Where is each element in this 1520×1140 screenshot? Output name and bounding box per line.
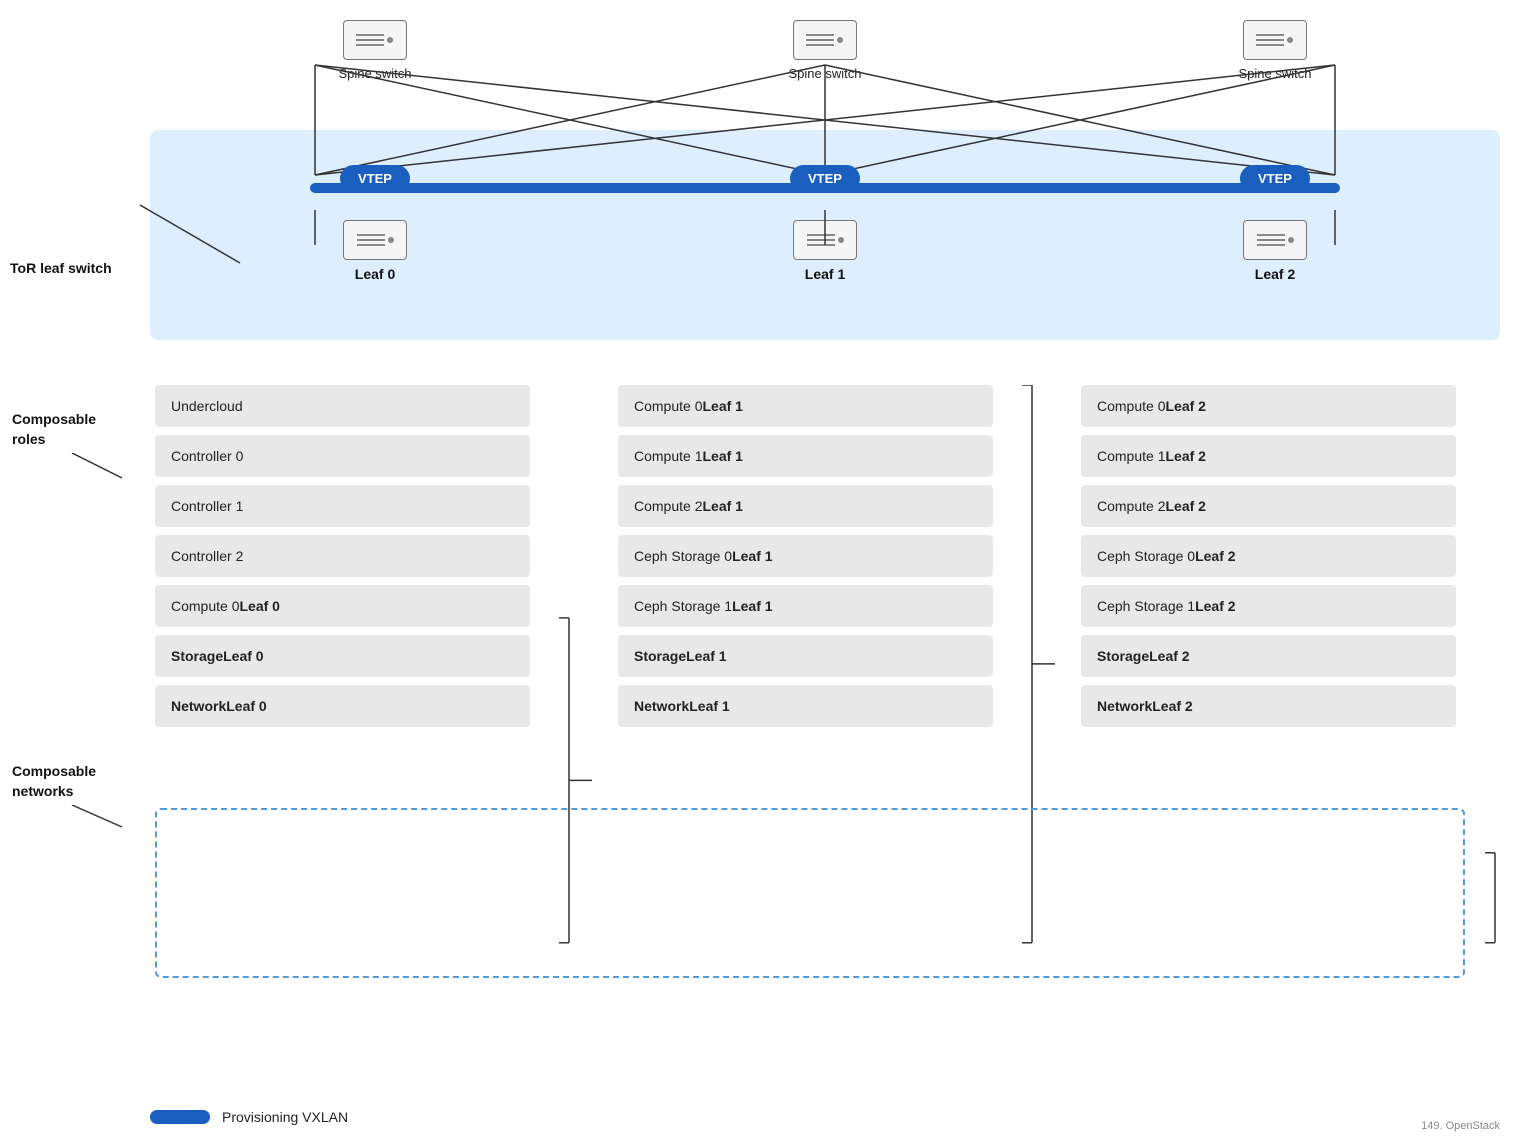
legend-vxlan-label: Provisioning VXLAN	[222, 1109, 348, 1125]
role-card-cephstorage0-leaf1: Ceph Storage 0 Leaf 1	[618, 535, 993, 577]
leaf-switch-icon-2	[1243, 220, 1307, 260]
watermark: 149. OpenStack	[1421, 1120, 1500, 1132]
spine-row: Spine switch Spine switch Spine switch	[150, 10, 1500, 81]
spine-switch-2: Spine switch	[1239, 20, 1312, 81]
spine-switch-0: Spine switch	[339, 20, 412, 81]
column-leaf0: Undercloud Controller 0 Controller 1 Con…	[155, 385, 530, 1070]
role-card-networkleaf0: NetworkLeaf 0	[155, 685, 530, 727]
vtep-node-2: VTEP	[1240, 165, 1310, 192]
composable-roles-arrow	[12, 453, 132, 483]
column-leaf1: Compute 0 Leaf 1 Compute 1 Leaf 1 Comput…	[618, 385, 993, 1070]
vtep-node-0: VTEP	[340, 165, 410, 192]
composable-roles-label: Composableroles	[12, 410, 132, 483]
composable-networks-arrow	[12, 805, 132, 835]
column-leaf2: Compute 0 Leaf 2 Compute 1 Leaf 2 Comput…	[1081, 385, 1456, 1070]
tor-label: ToR leaf switch	[10, 260, 112, 276]
leaf-row: Leaf 0 Leaf 1 Leaf 2	[150, 220, 1500, 282]
leaf-switch-1: Leaf 1	[793, 220, 857, 282]
legend-section: Provisioning VXLAN	[150, 1109, 348, 1125]
role-card-compute2-leaf1: Compute 2 Leaf 1	[618, 485, 993, 527]
leaf-switch-icon-1	[793, 220, 857, 260]
role-card-cephstorage1-leaf1: Ceph Storage 1 Leaf 1	[618, 585, 993, 627]
spine-switch-label-1: Spine switch	[789, 66, 862, 81]
role-card-compute0-leaf0: Compute 0 Leaf 0	[155, 585, 530, 627]
role-card-storageleaf2: StorageLeaf 2	[1081, 635, 1456, 677]
legend-vxlan-line	[150, 1110, 210, 1124]
vtep-node-1: VTEP	[790, 165, 860, 192]
spine-switch-1: Spine switch	[789, 20, 862, 81]
role-card-compute0-leaf1: Compute 0 Leaf 1	[618, 385, 993, 427]
leaf-switch-label-2: Leaf 2	[1255, 266, 1295, 282]
vtep-row: VTEP VTEP VTEP	[150, 165, 1500, 192]
leaf-switch-label-1: Leaf 1	[805, 266, 845, 282]
main-container: Spine switch Spine switch Spine switch	[0, 0, 1520, 1140]
columns-area: Undercloud Controller 0 Controller 1 Con…	[155, 385, 1505, 1070]
bracket-0-1	[554, 385, 594, 1070]
vtep-badge-2: VTEP	[1240, 165, 1310, 192]
spine-switch-icon-0	[343, 20, 407, 60]
vtep-badge-0: VTEP	[340, 165, 410, 192]
role-card-networkleaf2: NetworkLeaf 2	[1081, 685, 1456, 727]
role-card-compute1-leaf2: Compute 1 Leaf 2	[1081, 435, 1456, 477]
role-card-cephstorage1-leaf2: Ceph Storage 1 Leaf 2	[1081, 585, 1456, 627]
spine-switch-label-2: Spine switch	[1239, 66, 1312, 81]
role-card-controller0: Controller 0	[155, 435, 530, 477]
leaf-switch-2: Leaf 2	[1243, 220, 1307, 282]
spine-switch-icon-2	[1243, 20, 1307, 60]
role-card-cephstorage0-leaf2: Ceph Storage 0 Leaf 2	[1081, 535, 1456, 577]
role-card-compute0-leaf2: Compute 0 Leaf 2	[1081, 385, 1456, 427]
bracket-right	[1480, 385, 1505, 1070]
vtep-badge-1: VTEP	[790, 165, 860, 192]
role-card-controller1: Controller 1	[155, 485, 530, 527]
role-card-storageleaf1: StorageLeaf 1	[618, 635, 993, 677]
role-card-networkleaf1: NetworkLeaf 1	[618, 685, 993, 727]
leaf-switch-icon-0	[343, 220, 407, 260]
composable-networks-label: Composablenetworks	[12, 762, 132, 835]
role-card-compute1-leaf1: Compute 1 Leaf 1	[618, 435, 993, 477]
role-card-storageleaf0: StorageLeaf 0	[155, 635, 530, 677]
leaf-switch-label-0: Leaf 0	[355, 266, 395, 282]
role-card-undercloud: Undercloud	[155, 385, 530, 427]
spine-switch-label-0: Spine switch	[339, 66, 412, 81]
network-section: Spine switch Spine switch Spine switch	[150, 10, 1500, 350]
leaf-switch-0: Leaf 0	[343, 220, 407, 282]
spine-switch-icon-1	[793, 20, 857, 60]
role-card-controller2: Controller 2	[155, 535, 530, 577]
role-card-compute2-leaf2: Compute 2 Leaf 2	[1081, 485, 1456, 527]
bracket-1-2	[1017, 385, 1057, 1070]
